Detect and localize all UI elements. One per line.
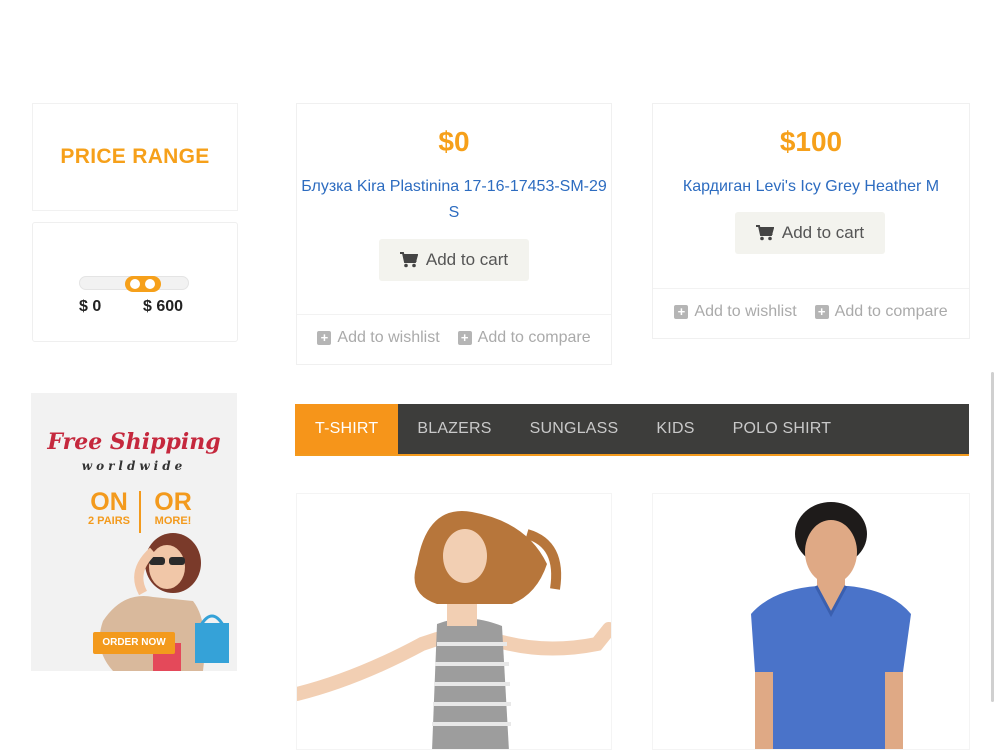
banner-offer-right: OR MORE!	[143, 489, 203, 527]
cart-icon	[399, 252, 418, 268]
product-card: $0 Блузка Kira Plastinina 17-16-17453-SM…	[296, 103, 612, 365]
free-shipping-banner[interactable]: Free Shipping worldwide ON 2 PAIRS OR MO…	[31, 393, 237, 671]
cart-icon	[755, 225, 774, 241]
tab-sunglass[interactable]: SUNGLASS	[511, 404, 638, 454]
tab-blazers[interactable]: BLAZERS	[398, 404, 510, 454]
add-to-compare-label: Add to compare	[834, 303, 948, 320]
tab-kids[interactable]: KIDS	[637, 404, 713, 454]
product-name-link[interactable]: Блузка Kira Plastinina 17-16-17453-SM-29…	[297, 174, 611, 226]
plus-square-icon: +	[814, 305, 829, 319]
man-polo-shirt-image	[751, 502, 911, 749]
order-now-button[interactable]: ORDER NOW	[93, 632, 175, 654]
plus-square-icon: +	[674, 305, 689, 319]
add-to-compare-link[interactable]: + Add to compare	[814, 303, 948, 321]
banner-title: Free Shipping	[47, 429, 221, 455]
price-slider-min-label: $ 0	[79, 298, 102, 315]
price-slider-max-label: $ 600	[143, 298, 184, 315]
add-to-cart-button[interactable]: Add to cart	[379, 239, 529, 281]
add-to-wishlist-label: Add to wishlist	[694, 303, 797, 320]
product-name-link[interactable]: Кардиган Levi's Icy Grey Heather M	[653, 174, 969, 200]
product-price: $100	[779, 126, 843, 157]
product-image-man-polo[interactable]	[652, 493, 970, 750]
banner-offer-left: ON 2 PAIRS	[79, 489, 139, 527]
add-to-cart-label: Add to cart	[781, 223, 865, 242]
page: PRICE RANGE $ 0 $ 600 Free Shipping worl…	[0, 0, 1000, 750]
add-to-cart-label: Add to cart	[425, 250, 509, 269]
add-to-cart-button[interactable]: Add to cart	[735, 212, 885, 254]
add-to-wishlist-label: Add to wishlist	[337, 329, 440, 346]
price-range-title: PRICE RANGE	[60, 145, 210, 168]
banner-offer-right-small: MORE!	[154, 515, 192, 527]
product-price: $0	[438, 126, 470, 157]
plus-square-icon: +	[457, 331, 472, 345]
product-image-woman-tshirt[interactable]	[296, 493, 612, 750]
plus-square-icon: +	[317, 331, 332, 345]
banner-subtitle: worldwide	[81, 459, 187, 473]
add-to-wishlist-link[interactable]: + Add to wishlist	[674, 303, 797, 321]
add-to-compare-link[interactable]: + Add to compare	[457, 329, 591, 347]
category-tabs: T-SHIRT BLAZERS SUNGLASS KIDS POLO SHIRT	[295, 404, 969, 456]
price-slider-max-handle[interactable]	[145, 279, 155, 289]
banner-offer-divider	[139, 491, 141, 533]
price-slider-panel: $ 0 $ 600	[32, 222, 238, 342]
price-slider-min-handle[interactable]	[130, 279, 140, 289]
add-to-compare-label: Add to compare	[477, 329, 591, 346]
page-scrollbar[interactable]	[991, 372, 994, 702]
price-range-panel: PRICE RANGE	[32, 103, 238, 211]
woman-jumping-image	[297, 511, 611, 749]
product-actions: + Add to wishlist + Add to compare	[297, 314, 611, 347]
tab-t-shirt[interactable]: T-SHIRT	[295, 404, 399, 454]
banner-offer-left-small: 2 PAIRS	[88, 515, 130, 527]
tab-polo-shirt[interactable]: POLO SHIRT	[714, 404, 851, 454]
add-to-wishlist-link[interactable]: + Add to wishlist	[317, 329, 440, 347]
banner-offer-left-big: ON	[90, 488, 128, 516]
banner-offer-right-big: OR	[154, 488, 192, 516]
product-actions: + Add to wishlist + Add to compare	[653, 288, 969, 321]
product-card: $100 Кардиган Levi's Icy Grey Heather M …	[652, 103, 970, 339]
